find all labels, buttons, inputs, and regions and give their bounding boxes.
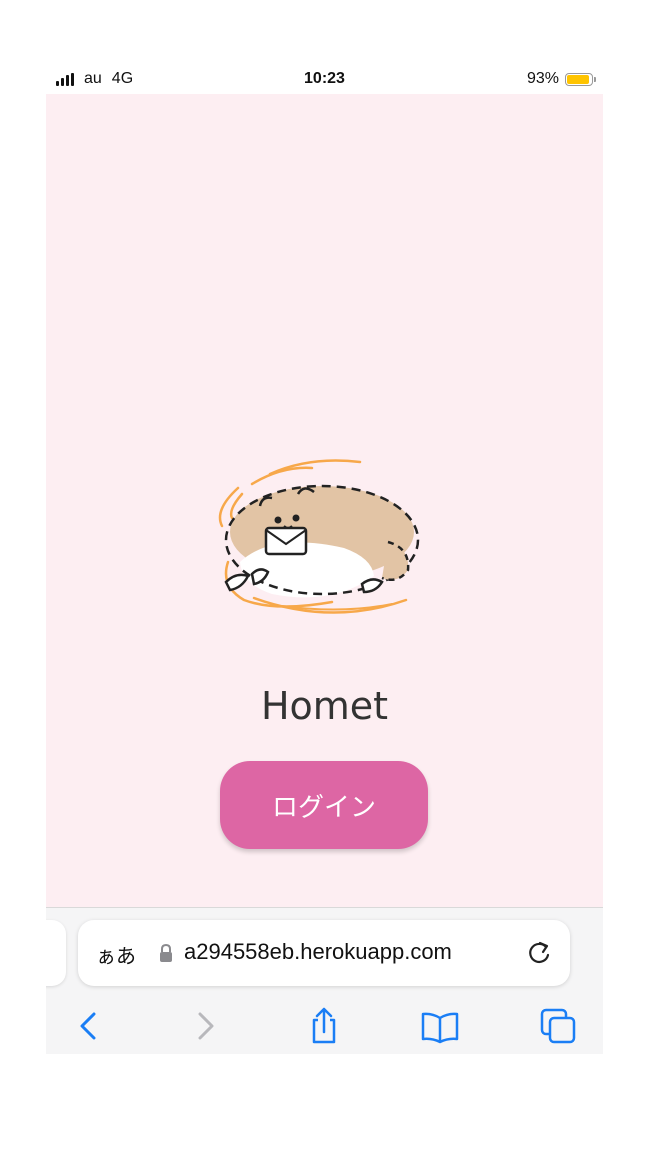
address-bar[interactable]: ぁあ a294558eb.herokuapp.com: [78, 920, 570, 986]
hamster-mascot-illustration: [218, 459, 420, 614]
app-page: Homet ログイン: [46, 94, 603, 907]
status-time: 10:23: [304, 70, 345, 87]
share-icon[interactable]: [304, 1006, 344, 1046]
battery-percent: 93%: [526, 70, 559, 87]
status-right: 93%: [526, 70, 596, 88]
lock-icon: [160, 943, 172, 962]
phone-screen: au 4G 10:23 93% Homet ログイン ぁあ a294558eb.…: [46, 62, 603, 1054]
previous-tab-edge[interactable]: [46, 920, 66, 986]
status-bar: au 4G 10:23 93%: [46, 62, 603, 94]
bookmarks-icon[interactable]: [420, 1006, 460, 1046]
battery-level-fill: [567, 74, 590, 84]
page-settings-button[interactable]: ぁあ: [96, 940, 136, 969]
url-text[interactable]: a294558eb.herokuapp.com: [184, 939, 452, 965]
safari-browser-bar: ぁあ a294558eb.herokuapp.com: [46, 907, 603, 1054]
battery-icon: [565, 72, 596, 86]
back-icon[interactable]: [68, 1006, 108, 1046]
tabs-icon[interactable]: [538, 1006, 578, 1046]
browser-toolbar: [46, 1000, 603, 1050]
forward-icon[interactable]: [186, 1006, 226, 1046]
app-title: Homet: [260, 684, 389, 728]
reload-icon[interactable]: [524, 938, 554, 968]
login-button[interactable]: ログイン: [220, 761, 428, 849]
